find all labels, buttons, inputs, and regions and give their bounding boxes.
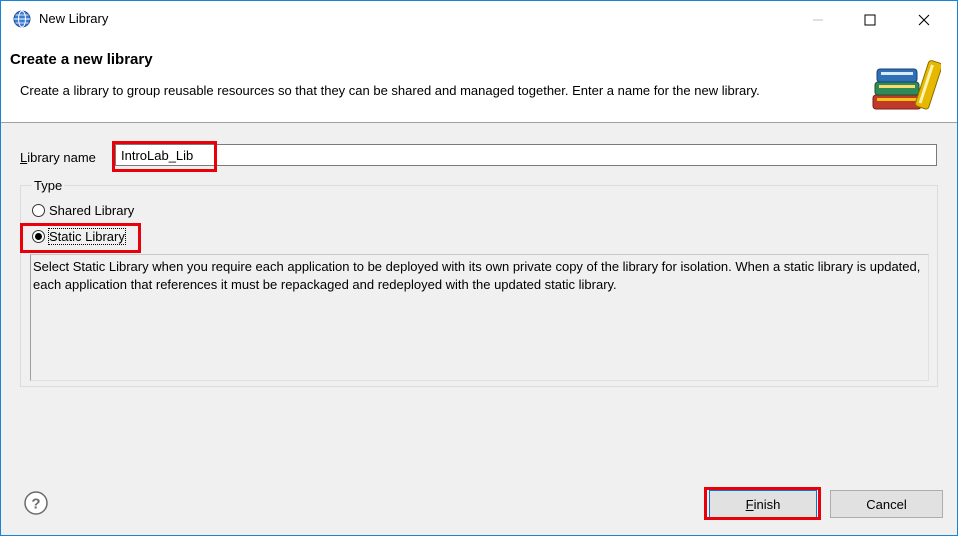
wizard-header: Create a new library Create a library to… xyxy=(1,39,957,123)
cancel-button[interactable]: Cancel xyxy=(830,490,943,518)
books-icon xyxy=(872,60,941,110)
static-library-option[interactable]: Static Library xyxy=(32,228,126,245)
type-description: Select Static Library when you require e… xyxy=(30,254,929,381)
shared-library-option[interactable]: Shared Library xyxy=(32,203,134,218)
close-button[interactable] xyxy=(901,1,947,39)
maximize-button[interactable] xyxy=(847,1,893,39)
shared-library-label: Shared Library xyxy=(49,203,135,218)
globe-icon xyxy=(13,10,31,28)
minimize-icon xyxy=(813,19,823,21)
svg-text:?: ? xyxy=(31,496,40,513)
shared-library-radio[interactable] xyxy=(32,204,45,217)
static-library-radio[interactable] xyxy=(32,230,45,243)
type-group-label: Type xyxy=(32,178,65,193)
static-library-label: Static Library xyxy=(48,228,126,245)
maximize-icon xyxy=(864,14,876,26)
page-description: Create a library to group reusable resou… xyxy=(20,83,760,98)
close-icon xyxy=(918,14,930,26)
window-title: New Library xyxy=(39,11,109,26)
help-icon[interactable]: ? xyxy=(23,490,49,516)
finish-button[interactable]: Finish xyxy=(709,490,817,518)
library-name-label: Library name xyxy=(20,150,96,165)
page-title: Create a new library xyxy=(10,51,153,68)
minimize-button[interactable] xyxy=(795,1,841,39)
title-bar: New Library xyxy=(1,1,957,39)
library-name-input[interactable] xyxy=(115,144,937,166)
library-name-field-wrap xyxy=(111,143,937,169)
new-library-dialog: New Library Create a new library Create … xyxy=(0,0,958,536)
